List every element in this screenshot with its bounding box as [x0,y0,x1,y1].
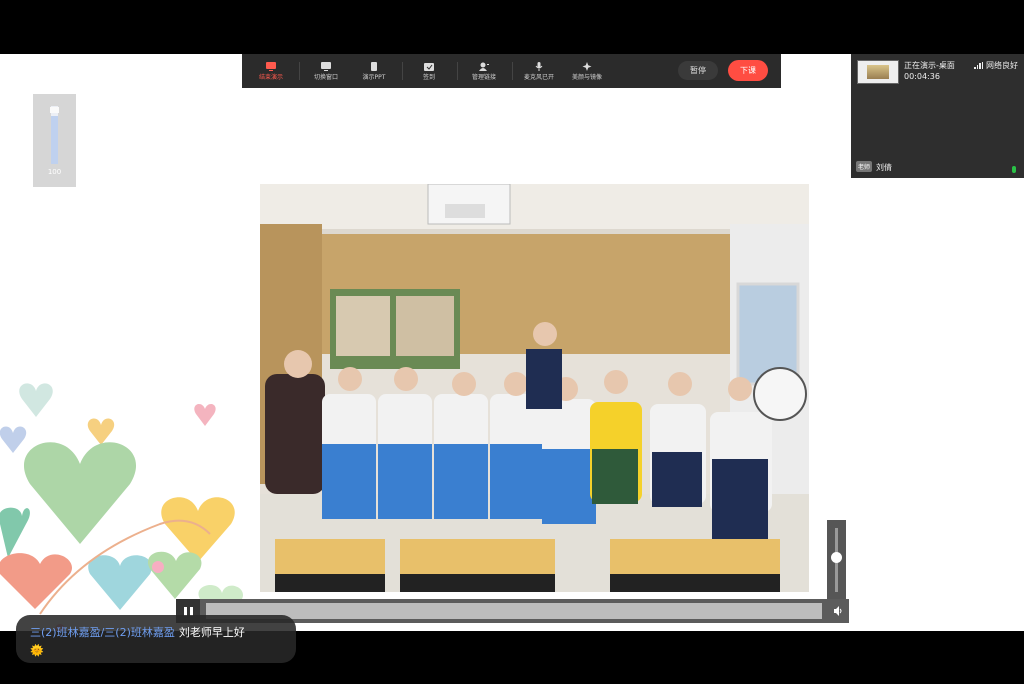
end-class-button[interactable]: 下课 [728,60,768,81]
beauty-icon [582,61,592,71]
switch-window-icon [321,61,331,71]
toolbar-label: 切换窗口 [313,73,338,81]
share-status-text: 正在演示-桌面 [904,61,955,70]
manage-link-button[interactable]: 管理链接 [461,62,507,81]
class-photo-image [260,184,809,592]
toolbar-divider [457,62,458,80]
pause-button[interactable]: 暂停 [678,61,718,80]
thumbnail-photo [867,65,889,79]
manage-link-icon [479,62,489,71]
volume-handle[interactable] [50,107,59,113]
role-badge: 老师 [856,161,873,172]
presentation-toolbar: 结束演示 切换窗口 演示PPT 签到 管理链接 麦克风已开 美颜与镜像 暂停 下… [242,54,781,88]
present-ppt-button[interactable]: 演示PPT [351,61,397,81]
stop-presenting-button[interactable]: 结束演示 [248,61,294,81]
presenter-video-panel: 正在演示-桌面 00:04:36 网络良好 老师 刘倩 [851,54,1024,178]
toolbar-label: 美颜与镜像 [571,73,602,81]
screen-share-thumbnail[interactable] [857,60,899,84]
toolbar-label: 签到 [422,73,435,81]
beauty-mirror-button[interactable]: 美颜与镜像 [564,61,610,81]
chat-message-text: 刘老师早上好 [178,626,245,639]
share-status: 正在演示-桌面 00:04:36 [904,60,955,82]
toolbar-divider [299,62,300,80]
class-photo-video[interactable] [260,184,809,592]
video-volume-slider[interactable] [827,520,846,600]
video-progress-bar[interactable] [206,603,822,619]
stop-share-icon [266,61,276,71]
volume-slider-popup[interactable]: 100 [33,94,76,187]
toolbar-label: 结束演示 [258,73,283,81]
toolbar-label: 管理链接 [471,73,496,81]
toolbar-divider [512,62,513,80]
chat-message-bubble: 三(2)班林嘉盈/三(2)班林嘉盈 刘老师早上好 🌞 [16,615,296,663]
switch-window-button[interactable]: 切换窗口 [303,61,349,81]
sun-emoji-icon: 🌞 [30,644,44,657]
network-status-text: 网络良好 [986,61,1018,70]
check-in-icon [424,62,434,71]
toolbar-label: 演示PPT [362,73,386,81]
toolbar-label: 麦克风已开 [523,73,554,81]
toolbar-divider [402,62,403,80]
network-status: 网络良好 [974,60,1018,71]
speaker-icon[interactable] [833,606,843,616]
video-volume-handle[interactable] [831,551,842,563]
microphone-button[interactable]: 麦克风已开 [516,61,562,81]
ppt-icon [371,61,377,71]
microphone-icon [535,61,543,71]
teacher-name: 刘倩 [876,163,892,172]
microphone-active-icon [1012,166,1016,173]
check-in-button[interactable]: 签到 [406,62,452,81]
share-timer: 00:04:36 [904,72,940,81]
volume-fill [51,116,58,164]
signal-icon [974,62,983,69]
volume-value: 100 [47,168,62,176]
volume-track[interactable] [51,106,58,164]
chat-sender[interactable]: 三(2)班林嘉盈/三(2)班林嘉盈 [30,626,175,639]
